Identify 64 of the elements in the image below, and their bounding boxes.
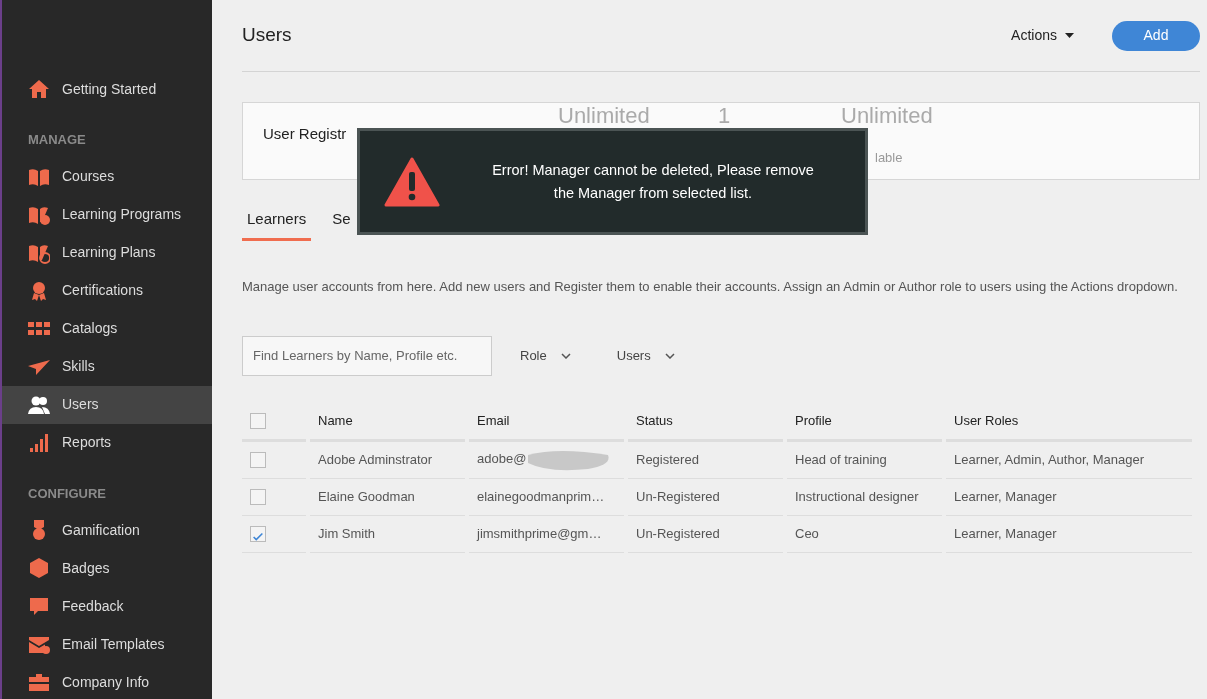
section-heading: MANAGE bbox=[27, 131, 87, 149]
tab[interactable]: Learners bbox=[242, 204, 312, 241]
tab[interactable]: Se bbox=[327, 204, 356, 241]
stat-value: Unlimited bbox=[841, 105, 933, 127]
table-cell: elainegoodmanprim… bbox=[469, 478, 624, 516]
column-header: User Roles bbox=[946, 403, 1192, 442]
table-cell: Registered bbox=[628, 441, 783, 479]
table-cell: Jim Smith bbox=[310, 515, 465, 553]
table-cell: Instructional designer bbox=[787, 478, 942, 516]
filter-dropdown[interactable]: Users bbox=[598, 345, 693, 366]
sidebar-item[interactable]: Users bbox=[2, 385, 212, 424]
bar-chart-icon bbox=[28, 431, 50, 454]
house-icon bbox=[28, 78, 50, 100]
sidebar-item[interactable]: Learning Programs bbox=[2, 195, 212, 234]
table-cell: Un-Registered bbox=[628, 478, 783, 516]
sidebar-item[interactable]: Courses bbox=[2, 157, 212, 196]
message-icon bbox=[28, 595, 50, 617]
table-cell: Ceo bbox=[787, 515, 942, 553]
table-cell: Elaine Goodman bbox=[310, 478, 465, 516]
column-header: Profile bbox=[787, 403, 942, 442]
table-cell: Head of training bbox=[787, 441, 942, 479]
column-header: Email bbox=[469, 403, 624, 442]
table-cell: Adobe Adminstrator bbox=[310, 441, 465, 479]
stat-value: 1 bbox=[718, 105, 731, 127]
column-header: Name bbox=[310, 403, 465, 442]
filter-dropdown[interactable]: Role bbox=[502, 345, 589, 366]
checkbox[interactable] bbox=[250, 525, 266, 542]
sidebar-item[interactable]: Feedback bbox=[2, 587, 212, 625]
stat-caption: lable bbox=[875, 149, 903, 167]
search-field[interactable]: Find Learners by Name, Profile etc. bbox=[242, 335, 492, 376]
table-cell: jimsmithprime@gm… bbox=[469, 515, 624, 553]
error-message: Error! Manager cannot be deleted, Please remove the Manager from selected list. bbox=[491, 160, 815, 203]
table-cell: Learner, Admin, Author, Manager bbox=[946, 441, 1192, 479]
stat-value: Unlimited bbox=[558, 105, 650, 127]
table-cell: Learner, Manager bbox=[946, 515, 1192, 553]
table-cell: Un-Registered bbox=[628, 515, 783, 553]
chevron-down-icon bbox=[664, 352, 675, 359]
hexagon-icon bbox=[28, 557, 50, 579]
page-title: Users bbox=[242, 23, 292, 48]
column-header: Status bbox=[628, 403, 783, 442]
chevron-down-icon bbox=[560, 352, 571, 359]
caret-icon bbox=[1065, 33, 1074, 38]
table-cell: Learner, Manager bbox=[946, 478, 1192, 516]
checkbox[interactable] bbox=[250, 451, 266, 468]
add-button[interactable]: Add bbox=[1112, 20, 1200, 51]
sidebar-item[interactable]: Badges bbox=[2, 549, 212, 587]
sidebar-item[interactable]: Getting Started bbox=[2, 70, 212, 108]
table-cell: adobe@ bbox=[469, 441, 624, 479]
actions-dropdown[interactable]: Actions bbox=[1001, 25, 1084, 46]
sidebar-item[interactable]: Certifications bbox=[2, 271, 212, 310]
warning-icon bbox=[384, 156, 440, 207]
sidebar-item[interactable]: Learning Plans bbox=[2, 233, 212, 272]
description-text: Manage user accounts from here. Add new users and Register them to enable their accounts. Assign an Admin or Author role to users using the Actions dropdown. bbox=[242, 277, 1179, 296]
sidebar-item[interactable]: Gamification bbox=[2, 511, 212, 549]
sidebar-item[interactable]: Email Templates bbox=[2, 625, 212, 663]
sidebar-item[interactable]: Company Info bbox=[2, 663, 212, 699]
section-heading: CONFIGURE bbox=[27, 484, 107, 503]
sidebar-item[interactable]: Skills bbox=[2, 347, 212, 386]
checkbox[interactable] bbox=[250, 488, 266, 505]
sidebar-item[interactable]: Reports bbox=[2, 423, 212, 462]
checkbox[interactable] bbox=[250, 413, 266, 429]
panel-label: User Registr bbox=[263, 124, 347, 144]
briefcase-icon bbox=[28, 671, 50, 693]
sidebar-item[interactable]: Catalogs bbox=[2, 309, 212, 348]
